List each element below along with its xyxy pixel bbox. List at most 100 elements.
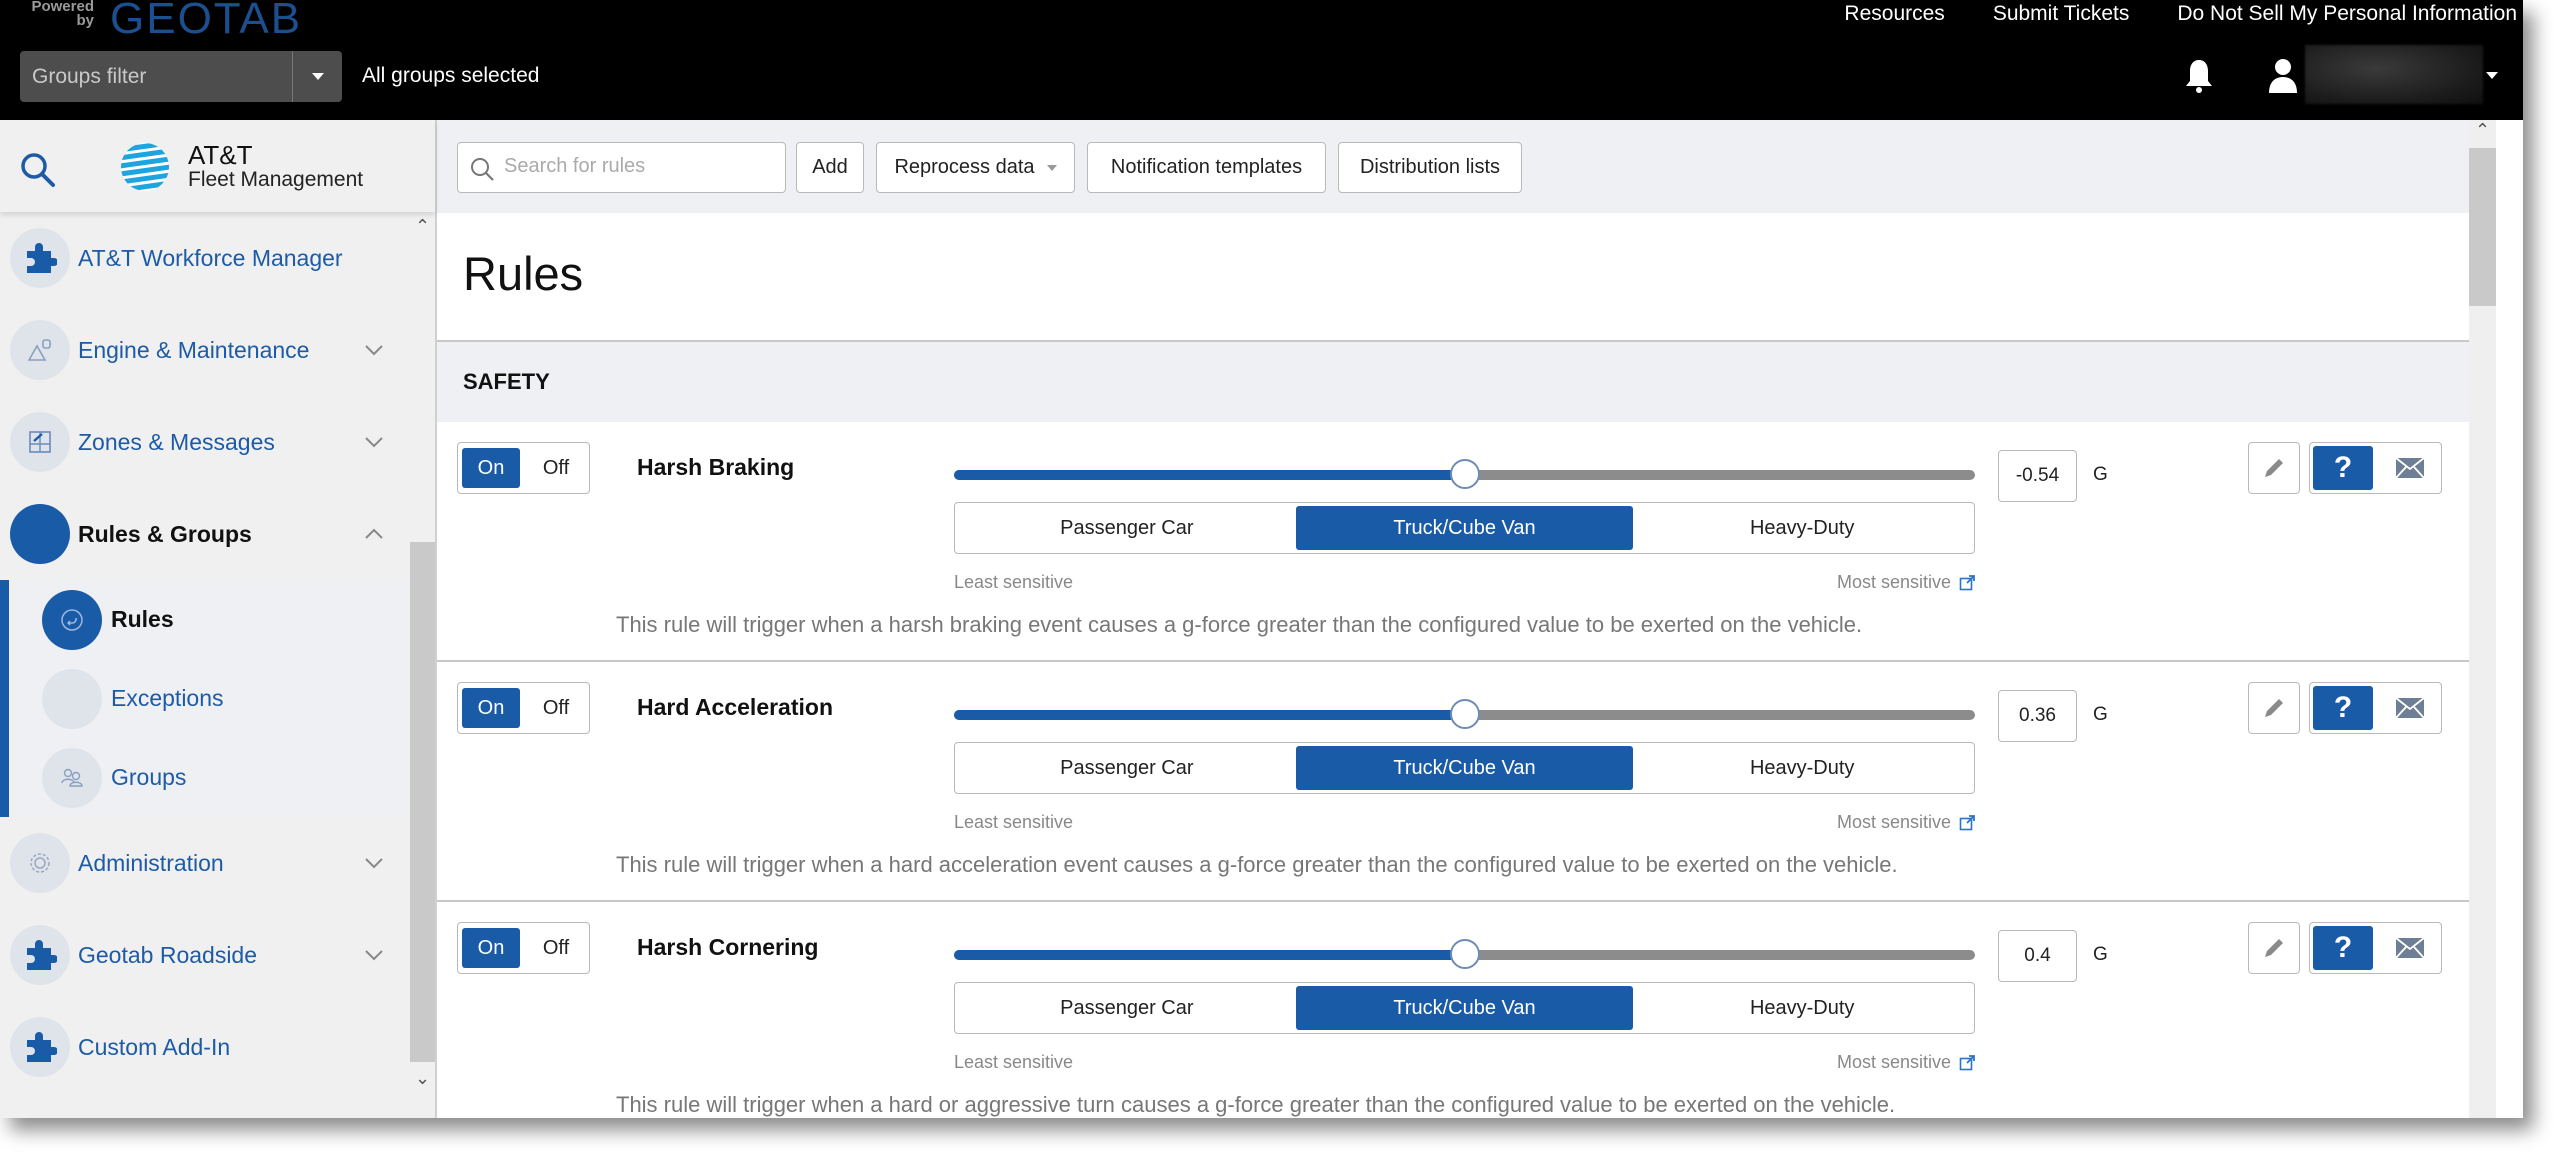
- logo-subtitle: Fleet Management: [188, 168, 364, 191]
- groups-filter-toggle[interactable]: [292, 51, 342, 102]
- sidebar-item-rules-groups[interactable]: Rules & Groups: [0, 488, 408, 580]
- sidebar-item-label: Rules & Groups: [78, 520, 252, 547]
- rule-enable-toggle[interactable]: On Off: [457, 922, 590, 974]
- chevron-down-icon[interactable]: [364, 340, 384, 360]
- toggle-on-button[interactable]: On: [462, 928, 520, 968]
- vehicle-type-truck-cube-van[interactable]: Truck/Cube Van: [1295, 986, 1634, 1030]
- vehicle-type-truck-cube-van[interactable]: Truck/Cube Van: [1295, 506, 1634, 550]
- user-name-redacted[interactable]: [2305, 45, 2483, 104]
- help-button[interactable]: ?: [2313, 686, 2373, 730]
- search-icon[interactable]: [18, 150, 58, 190]
- main-scrollbar[interactable]: ⌃: [2469, 120, 2496, 1118]
- sidebar-item-administration[interactable]: Administration: [0, 817, 408, 909]
- rule-description: This rule will trigger when a hard accel…: [616, 852, 1898, 877]
- slider-handle[interactable]: [1449, 939, 1480, 969]
- scroll-up-icon[interactable]: ⌃: [410, 216, 435, 238]
- search-input[interactable]: [504, 155, 774, 178]
- search-field[interactable]: [457, 142, 786, 193]
- reprocess-data-label: Reprocess data: [894, 156, 1035, 178]
- vehicle-type-passenger-car[interactable]: Passenger Car: [958, 746, 1296, 790]
- vehicle-type-passenger-car[interactable]: Passenger Car: [958, 506, 1296, 550]
- most-sensitive-link[interactable]: Most sensitive: [1817, 812, 1975, 833]
- vehicle-type-passenger-car[interactable]: Passenger Car: [958, 986, 1296, 1030]
- sidebar-item-geotab-roadside[interactable]: Geotab Roadside: [0, 909, 408, 1001]
- add-button[interactable]: Add: [796, 142, 864, 193]
- caret-down-icon[interactable]: [2486, 72, 2498, 79]
- toggle-on-button[interactable]: On: [462, 688, 520, 728]
- resources-link[interactable]: Resources: [1844, 2, 1944, 26]
- rule-name[interactable]: Hard Acceleration: [637, 694, 833, 721]
- reprocess-data-button[interactable]: Reprocess data: [876, 142, 1075, 193]
- pencil-icon: [2265, 939, 2283, 957]
- main-scroll-thumb[interactable]: [2469, 148, 2496, 306]
- help-button[interactable]: ?: [2313, 446, 2373, 490]
- edit-rule-button[interactable]: [2248, 682, 2300, 734]
- threshold-unit: G: [2093, 944, 2108, 965]
- sidebar-subitem-groups[interactable]: Groups: [9, 738, 408, 817]
- sidebar-scrollbar[interactable]: ⌃ ⌄: [410, 212, 435, 1118]
- most-sensitive-link[interactable]: Most sensitive: [1817, 1052, 1975, 1073]
- bell-icon[interactable]: [2183, 58, 2215, 94]
- scroll-down-icon[interactable]: ⌄: [410, 1068, 435, 1090]
- vehicle-type-heavy-duty[interactable]: Heavy-Duty: [1633, 506, 1971, 550]
- external-link-icon: [1959, 1054, 1975, 1070]
- notify-email-button[interactable]: [2382, 446, 2438, 490]
- envelope-icon: [2395, 697, 2425, 719]
- vehicle-type-truck-cube-van[interactable]: Truck/Cube Van: [1295, 746, 1634, 790]
- edit-rule-button[interactable]: [2248, 922, 2300, 974]
- sidebar-item-engine-maintenance[interactable]: Engine & Maintenance: [0, 304, 408, 396]
- chevron-down-icon[interactable]: [364, 853, 384, 873]
- sensitivity-slider[interactable]: [954, 939, 1975, 969]
- toggle-off-button[interactable]: Off: [530, 448, 582, 488]
- slider-handle[interactable]: [1449, 699, 1480, 729]
- rule-enable-toggle[interactable]: On Off: [457, 682, 590, 734]
- rule-actions-group: ?: [2309, 442, 2442, 494]
- notify-email-button[interactable]: [2382, 686, 2438, 730]
- toggle-off-button[interactable]: Off: [530, 688, 582, 728]
- toggle-on-button[interactable]: On: [462, 448, 520, 488]
- least-sensitive-label: Least sensitive: [954, 572, 1074, 592]
- scroll-up-icon[interactable]: ⌃: [2469, 120, 2496, 141]
- least-sensitive-label: Least sensitive: [954, 812, 1074, 832]
- help-button[interactable]: ?: [2313, 926, 2373, 970]
- chevron-down-icon[interactable]: [364, 432, 384, 452]
- threshold-value-input[interactable]: 0.4: [1998, 930, 2077, 982]
- groups-filter-input[interactable]: Groups filter: [20, 51, 292, 102]
- edit-rule-button[interactable]: [2248, 442, 2300, 494]
- sensitivity-slider[interactable]: [954, 699, 1975, 729]
- notification-templates-button[interactable]: Notification templates: [1087, 142, 1326, 193]
- rule-name[interactable]: Harsh Cornering: [637, 934, 818, 961]
- sidebar-item-label: Zones & Messages: [78, 428, 275, 455]
- rule-enable-toggle[interactable]: On Off: [457, 442, 590, 494]
- geotab-logo[interactable]: GEOTAB: [110, 0, 302, 44]
- slider-handle[interactable]: [1449, 459, 1480, 489]
- chevron-down-icon[interactable]: [364, 945, 384, 965]
- threshold-value-input[interactable]: -0.54: [1998, 450, 2077, 502]
- sidebar-subitem-exceptions[interactable]: Exceptions: [9, 659, 408, 738]
- sidebar-item-zones-messages[interactable]: Zones & Messages: [0, 396, 408, 488]
- vehicle-type-selector: Passenger Car Truck/Cube Van Heavy-Duty: [954, 502, 1975, 554]
- toggle-off-button[interactable]: Off: [530, 928, 582, 968]
- rule-name[interactable]: Harsh Braking: [637, 454, 794, 481]
- submit-tickets-link[interactable]: Submit Tickets: [1993, 2, 2130, 26]
- puzzle-icon: [10, 925, 70, 985]
- sidebar-item-att-workforce-manager[interactable]: AT&T Workforce Manager: [0, 212, 408, 304]
- vehicle-type-heavy-duty[interactable]: Heavy-Duty: [1633, 746, 1971, 790]
- sidebar-subitem-rules[interactable]: Rules: [9, 580, 408, 659]
- app-window: Powered by GEOTAB Groups filter All grou…: [0, 0, 2523, 1118]
- external-link-icon: [1959, 574, 1975, 590]
- most-sensitive-link[interactable]: Most sensitive: [1817, 572, 1975, 593]
- sensitivity-slider[interactable]: [954, 459, 1975, 489]
- distribution-lists-button[interactable]: Distribution lists: [1338, 142, 1522, 193]
- notify-email-button[interactable]: [2382, 926, 2438, 970]
- vehicle-type-heavy-duty[interactable]: Heavy-Duty: [1633, 986, 1971, 1030]
- threshold-value-input[interactable]: 0.36: [1998, 690, 2077, 742]
- user-icon[interactable]: [2268, 58, 2298, 94]
- groups-filter-dropdown[interactable]: Groups filter: [20, 51, 342, 102]
- question-icon: ?: [2333, 931, 2353, 964]
- vehicle-type-selector: Passenger Car Truck/Cube Van Heavy-Duty: [954, 742, 1975, 794]
- do-not-sell-link[interactable]: Do Not Sell My Personal Information: [2177, 2, 2517, 26]
- sidebar-scroll-thumb[interactable]: [410, 542, 435, 1062]
- chevron-up-icon[interactable]: [364, 524, 384, 544]
- sidebar-item-custom-add-in[interactable]: Custom Add-In: [0, 1001, 408, 1093]
